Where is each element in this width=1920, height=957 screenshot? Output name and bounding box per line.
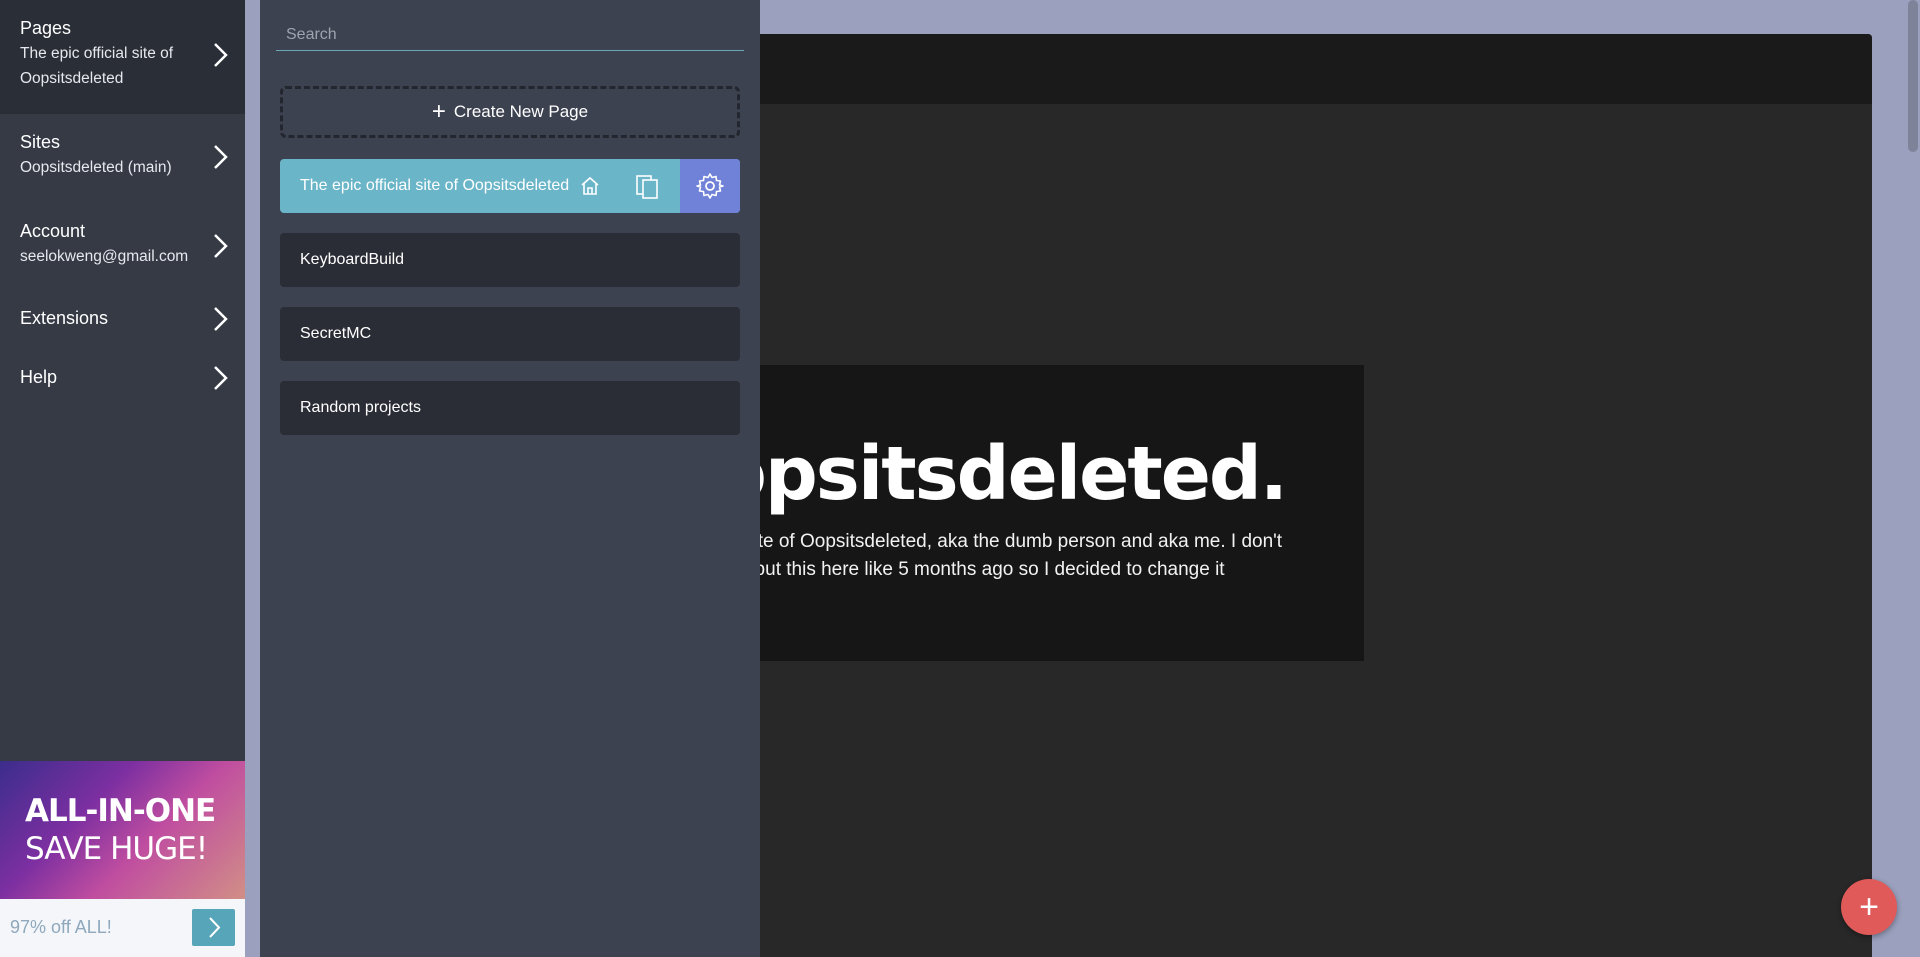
- promo-headline: ALL-IN-ONE: [25, 793, 216, 829]
- sidebar-item-subtitle: The epic official site of Oopsitsdeleted: [20, 45, 174, 87]
- hero-text: site of Oopsitsdeleted, aka the dumb per…: [744, 528, 1324, 584]
- promo-image[interactable]: ALL-IN-ONE SAVE HUGE!: [0, 761, 245, 899]
- sidebar-item-help[interactable]: Help: [0, 351, 245, 410]
- chevron-right-icon: [214, 366, 228, 390]
- sidebar-item-title: Sites: [20, 132, 61, 152]
- page-item-label: The epic official site of Oopsitsdeleted: [300, 177, 570, 194]
- promo-banner[interactable]: ALL-IN-ONE SAVE HUGE! 97% off ALL!: [0, 761, 245, 957]
- sidebar-item-account[interactable]: Account seelokweng@gmail.com: [0, 203, 245, 292]
- promo-go-button[interactable]: [192, 909, 235, 946]
- sidebar-item-subtitle: seelokweng@gmail.com: [20, 248, 189, 265]
- page-item-label: Random projects: [300, 399, 421, 416]
- sidebar-item-pages[interactable]: Pages The epic official site of Oopsitsd…: [0, 0, 245, 114]
- pages-panel: + Create New Page The epic official site…: [260, 0, 760, 957]
- gear-icon: [696, 173, 724, 199]
- add-element-button[interactable]: +: [1841, 879, 1897, 935]
- hero-title: opsitsdeleted.: [740, 431, 1288, 517]
- chevron-right-icon: [214, 234, 228, 258]
- duplicate-page-icon[interactable]: [634, 173, 660, 199]
- sidebar-item-title: Extensions: [20, 308, 109, 328]
- sidebar-item-subtitle: Oopsitsdeleted (main): [20, 159, 172, 176]
- search-input[interactable]: [276, 20, 744, 51]
- sidebar-item-title: Account: [20, 221, 86, 241]
- page-item-home[interactable]: The epic official site of Oopsitsdeleted: [280, 159, 740, 213]
- editor-canvas: opsitsdeleted. site of Oopsitsdeleted, a…: [740, 34, 1872, 957]
- page-item-label: SecretMC: [300, 325, 372, 342]
- panel-divider: [245, 0, 260, 957]
- promo-subheadline: SAVE HUGE!: [25, 831, 208, 867]
- page-item[interactable]: Random projects: [280, 381, 740, 435]
- promo-offer-bar: 97% off ALL!: [0, 899, 245, 957]
- plus-icon: +: [431, 98, 446, 125]
- page-item[interactable]: KeyboardBuild: [280, 233, 740, 287]
- create-new-page-button[interactable]: + Create New Page: [280, 86, 740, 138]
- chevron-right-icon: [214, 307, 228, 331]
- page-item-label: KeyboardBuild: [300, 251, 405, 268]
- sidebar-item-title: Pages: [20, 18, 72, 38]
- hero-text-line: site of Oopsitsdeleted, aka the dumb per…: [744, 531, 1283, 552]
- sidebar-item-title: Help: [20, 367, 58, 387]
- page-scrollbar[interactable]: [1906, 0, 1920, 957]
- sidebar-item-extensions[interactable]: Extensions: [0, 292, 245, 351]
- promo-offer-text: 97% off ALL!: [10, 917, 112, 937]
- hero-section[interactable]: opsitsdeleted. site of Oopsitsdeleted, a…: [740, 365, 1364, 661]
- chevron-right-icon: [214, 145, 228, 169]
- create-new-page-label: Create New Page: [453, 102, 589, 121]
- sidebar: Pages The epic official site of Oopsitsd…: [0, 0, 245, 957]
- chevron-right-icon: [214, 43, 228, 67]
- home-icon: [581, 176, 599, 195]
- page-item[interactable]: SecretMC: [280, 307, 740, 361]
- sidebar-item-sites[interactable]: Sites Oopsitsdeleted (main): [0, 114, 245, 203]
- chevron-right-icon: [209, 917, 221, 938]
- canvas-header-bar: [740, 34, 1872, 104]
- page-settings-button[interactable]: [680, 159, 740, 213]
- scrollbar-thumb[interactable]: [1908, 0, 1918, 152]
- hero-text-line: I put this here like 5 months ago so I d…: [744, 559, 1225, 580]
